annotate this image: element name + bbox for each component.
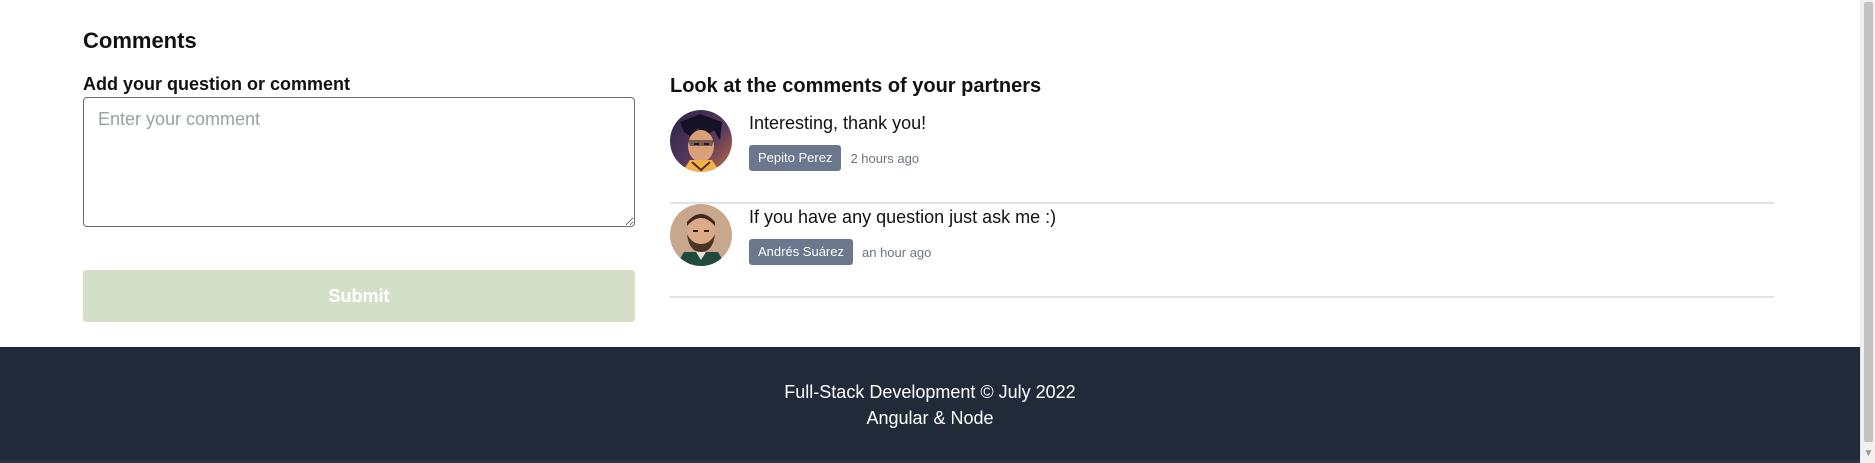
comment-item: If you have any question just ask me :) … — [670, 204, 1774, 298]
page: Comments Add your question or comment Su… — [0, 0, 1875, 463]
comments-list: Look at the comments of your partners In… — [670, 73, 1774, 298]
comment-text: Interesting, thank you! — [749, 113, 927, 133]
comment-form: Add your question or comment Submit — [83, 73, 635, 322]
scrollbar-thumb[interactable] — [1864, 2, 1873, 442]
scroll-down-icon[interactable]: ▼ — [1861, 447, 1875, 461]
page-footer: Full-Stack Development © July 2022 Angul… — [0, 347, 1860, 463]
section-title: Comments — [83, 28, 197, 53]
comment-field-label: Add your question or comment — [83, 74, 351, 94]
comment-time: an hour ago — [862, 244, 932, 260]
comment-meta: Andrés Suárez an hour ago — [749, 239, 931, 265]
author-badge: Andrés Suárez — [749, 239, 853, 265]
comments-heading: Look at the comments of your partners — [670, 75, 1042, 97]
author-badge: Pepito Perez — [749, 145, 842, 171]
comment-time: 2 hours ago — [850, 150, 920, 166]
footer-tech-stack: Angular & Node — [866, 408, 994, 428]
user-avatar — [670, 110, 732, 172]
user-avatar — [670, 204, 732, 266]
comment-meta: Pepito Perez 2 hours ago — [749, 145, 919, 171]
comment-text: If you have any question just ask me :) — [749, 207, 1057, 227]
vertical-scrollbar[interactable]: ▼ — [1860, 0, 1875, 463]
comment-item: Interesting, thank you! Pepito Perez 2 h… — [670, 110, 1774, 204]
footer-copyright: Full-Stack Development © July 2022 — [784, 382, 1076, 402]
illustrated-character-avatar-icon — [670, 110, 732, 172]
comment-input[interactable] — [83, 97, 635, 227]
bearded-man-avatar-icon — [670, 204, 732, 266]
submit-button[interactable]: Submit — [83, 270, 635, 322]
